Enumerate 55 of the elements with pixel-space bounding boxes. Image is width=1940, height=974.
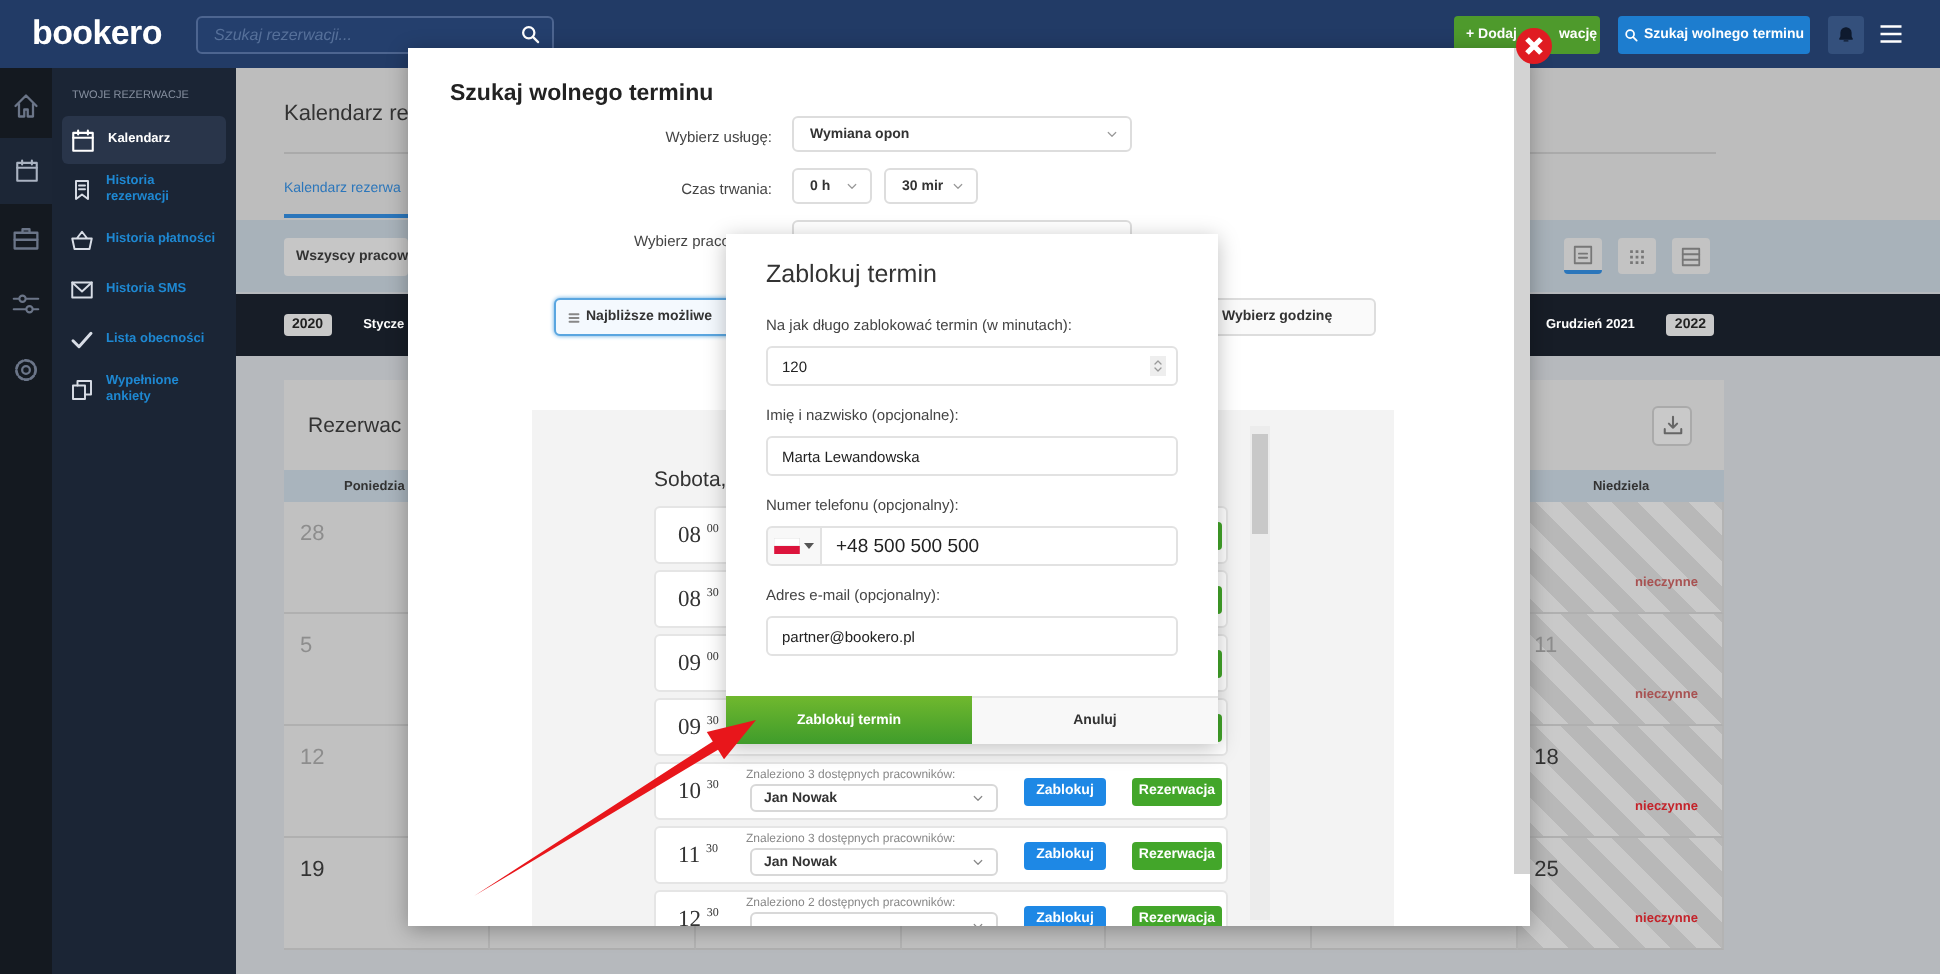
sliders-icon [12,289,40,317]
view-button[interactable] [1618,238,1656,274]
basket-icon [70,228,94,252]
home-icon [12,91,40,119]
day-number: 19 [300,858,325,882]
check-icon [70,328,94,352]
spinner-icon [1150,356,1166,376]
chevron-down-icon [952,180,964,192]
phone-field[interactable]: +48 500 500 500 [822,526,1178,566]
page-title: Kalendarz re [284,102,409,126]
day-heading: Sobota, [654,466,729,494]
bookmark-icon [70,178,94,202]
slot-time: 08 $^{30}$ [676,587,721,611]
day-number: 25 [1534,858,1559,882]
chevron-down-icon [972,856,984,868]
chevron-down-icon [846,180,858,192]
bell-icon [1836,24,1856,44]
caret-icon [804,542,814,550]
day-number: 18 [1534,746,1559,770]
scrollbar[interactable] [1250,426,1270,920]
grid-icon [1626,245,1648,267]
list-icon [568,311,580,323]
search-icon [520,23,540,43]
briefcase-icon [12,223,40,251]
settings-icon [12,355,40,383]
logo: bookero [32,14,162,52]
slot-time: 09 $^{00}$ [676,651,721,675]
slot-time: 08 $^{00}$ [676,523,721,547]
day-number: 11 [1534,634,1558,658]
dialog-title: Zablokuj termin [766,258,939,292]
slot-time: 12 $^{30}$ [676,907,721,926]
slot-time: 09 $^{30}$ [676,715,721,739]
view-button[interactable] [1672,238,1710,274]
scrollbar[interactable] [1514,48,1530,874]
copy-icon [70,378,94,402]
view-button[interactable] [1564,238,1602,274]
calendar-title: Rezerwac [308,413,402,437]
search-icon [1623,27,1638,41]
calendar-icon [13,158,39,184]
list-icon [1680,245,1702,267]
calendar-view-icon [1572,243,1594,265]
calendar-icon [70,127,96,153]
slot-time: 11 $^{30}$ [676,843,720,867]
close-button[interactable] [1516,28,1552,64]
modal-title: Szukaj wolnego terminu [450,80,716,110]
slot-time: 10 $^{30}$ [676,779,721,803]
country-picker[interactable] [766,526,822,566]
download-icon [1661,414,1683,436]
flag-icon [774,538,800,554]
download-button[interactable] [1652,405,1692,445]
menu-icon[interactable] [1878,22,1904,46]
chevron-down-icon [972,792,984,804]
notifications-button[interactable] [1828,15,1864,53]
envelope-icon [70,278,94,302]
chevron-down-icon [1106,128,1118,140]
